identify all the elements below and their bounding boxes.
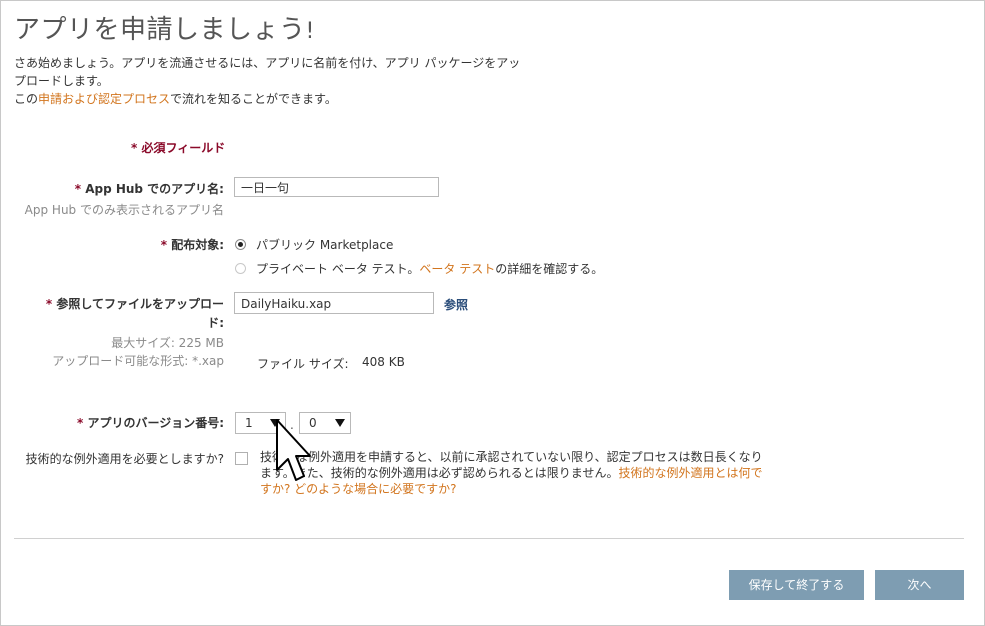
intro-text: さあ始めましょう。アプリを流通させるには、アプリに名前を付け、アプリ パッケージ… (14, 54, 520, 108)
next-button[interactable]: 次へ (875, 570, 964, 600)
version-label: * アプリのバージョン番号: (76, 416, 224, 430)
upload-label: * 参照してファイルをアップロー (45, 297, 224, 311)
exception-info-link[interactable]: 技術的な例外適用とは何で (618, 466, 762, 480)
public-marketplace-label: パブリック Marketplace (256, 238, 394, 252)
required-field-note: * 必須フィールド (131, 141, 226, 155)
app-name-label: * App Hub でのアプリ名: (74, 182, 224, 196)
footer-divider (14, 538, 964, 539)
private-beta-radio[interactable] (235, 263, 246, 274)
page-title: アプリを申請しましょう! (14, 15, 315, 45)
intro-line-3: この申請および認定プロセスで流れを知ることができます。 (14, 92, 337, 106)
intro-line-2: プロードします。 (14, 74, 109, 88)
file-size-label: ファイル サイズ: (257, 357, 349, 371)
exception-label: 技術的な例外適用を必要としますか? (25, 452, 224, 466)
beta-test-link[interactable]: ベータ テスト (419, 262, 495, 276)
process-link[interactable]: 申請および認定プロセス (38, 92, 170, 106)
app-name-hint: App Hub でのみ表示されるアプリ名 (24, 203, 224, 217)
exception-checkbox[interactable] (235, 452, 248, 465)
intro-line-1: さあ始めましょう。アプリを流通させるには、アプリに名前を付け、アプリ パッケージ… (14, 56, 521, 70)
distribution-label: * 配布対象: (160, 238, 224, 252)
upload-label-line-2: ド: (207, 316, 224, 330)
private-beta-label: プライベート ベータ テスト。ベータ テストの詳細を確認する。 (256, 262, 604, 276)
public-marketplace-radio[interactable] (235, 239, 246, 250)
save-and-exit-button[interactable]: 保存して終了する (729, 570, 864, 600)
max-size-hint: 最大サイズ: 225 MB (111, 336, 224, 350)
exception-description: 技術的な例外適用を申請すると、以前に承認されていない限り、認定プロセスは数日長く… (260, 450, 763, 496)
allowed-formats-hint: アップロード可能な形式: *.xap (52, 354, 224, 368)
mouse-cursor-icon (276, 419, 311, 481)
browse-button[interactable]: 参照 (444, 296, 468, 313)
app-name-input[interactable]: 一日一句 (234, 177, 439, 197)
exception-info-link-cont[interactable]: すか? どのような場合に必要ですか? (260, 482, 457, 496)
file-path-input[interactable]: DailyHaiku.xap (234, 292, 434, 314)
dropdown-arrow-icon (335, 419, 345, 427)
file-size-value: 408 KB (362, 355, 405, 369)
